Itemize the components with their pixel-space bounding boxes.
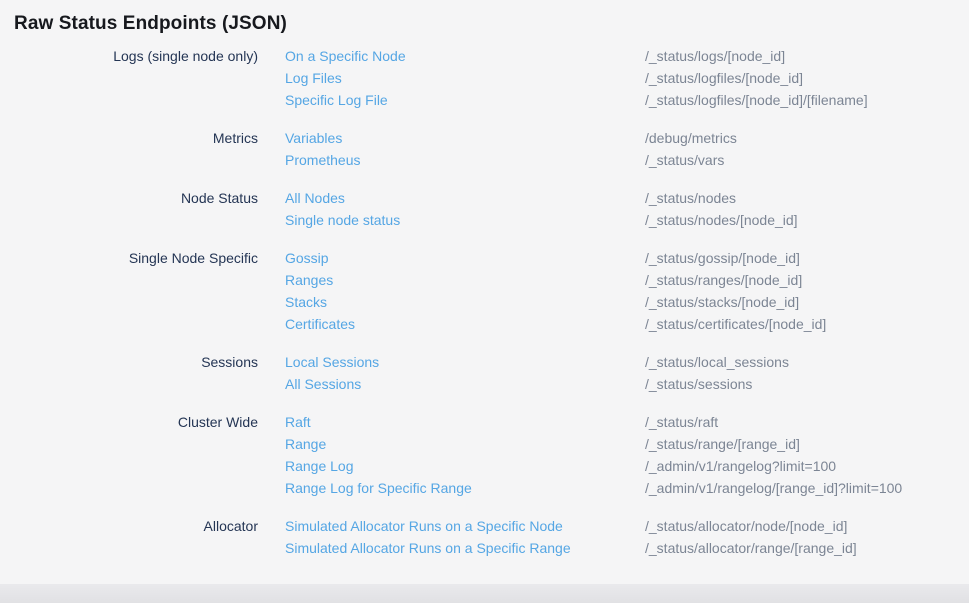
endpoint-path: /_status/allocator/node/[node_id] <box>645 515 969 537</box>
endpoint-path: /_status/logfiles/[node_id] <box>645 67 969 89</box>
endpoint-path: /_status/ranges/[node_id] <box>645 269 969 291</box>
endpoint-link[interactable]: Raft <box>285 411 645 433</box>
endpoint-link[interactable]: All Sessions <box>285 373 645 395</box>
endpoint-row: Local Sessions /_status/local_sessions <box>285 351 969 373</box>
endpoint-link[interactable]: Range <box>285 433 645 455</box>
endpoint-rows: All Nodes /_status/nodes Single node sta… <box>285 187 969 231</box>
endpoint-path: /_status/vars <box>645 149 969 171</box>
endpoint-path: /_status/gossip/[node_id] <box>645 247 969 269</box>
endpoint-rows: On a Specific Node /_status/logs/[node_i… <box>285 45 969 111</box>
raw-status-endpoints-page: Raw Status Endpoints (JSON) Logs (single… <box>0 0 969 603</box>
endpoint-row: Raft /_status/raft <box>285 411 969 433</box>
endpoint-path: /debug/metrics <box>645 127 969 149</box>
endpoint-link[interactable]: All Nodes <box>285 187 645 209</box>
endpoint-link[interactable]: Specific Log File <box>285 89 645 111</box>
endpoint-link[interactable]: Local Sessions <box>285 351 645 373</box>
endpoint-row: Specific Log File /_status/logfiles/[nod… <box>285 89 969 111</box>
endpoint-row: On a Specific Node /_status/logs/[node_i… <box>285 45 969 67</box>
endpoint-link[interactable]: Single node status <box>285 209 645 231</box>
endpoint-link[interactable]: Gossip <box>285 247 645 269</box>
endpoint-link[interactable]: Certificates <box>285 313 645 335</box>
endpoint-row: Single node status /_status/nodes/[node_… <box>285 209 969 231</box>
endpoint-row: Range /_status/range/[range_id] <box>285 433 969 455</box>
footer-band <box>0 584 969 603</box>
endpoint-group: Metrics Variables /debug/metrics Prometh… <box>0 127 969 171</box>
endpoint-path: /_status/sessions <box>645 373 969 395</box>
endpoint-rows: Simulated Allocator Runs on a Specific N… <box>285 515 969 559</box>
category-label: Node Status <box>0 187 258 209</box>
category-label: Metrics <box>0 127 258 149</box>
endpoint-path: /_status/nodes <box>645 187 969 209</box>
endpoint-row: All Nodes /_status/nodes <box>285 187 969 209</box>
endpoint-group: Allocator Simulated Allocator Runs on a … <box>0 515 969 559</box>
endpoint-path: /_status/stacks/[node_id] <box>645 291 969 313</box>
endpoint-link[interactable]: Range Log <box>285 455 645 477</box>
endpoint-path: /_status/logfiles/[node_id]/[filename] <box>645 89 969 111</box>
category-label: Logs (single node only) <box>0 45 258 67</box>
endpoint-rows: Local Sessions /_status/local_sessions A… <box>285 351 969 395</box>
endpoint-link[interactable]: Prometheus <box>285 149 645 171</box>
endpoint-link[interactable]: Ranges <box>285 269 645 291</box>
endpoint-groups: Logs (single node only) On a Specific No… <box>0 45 969 559</box>
endpoint-link[interactable]: On a Specific Node <box>285 45 645 67</box>
endpoint-row: Stacks /_status/stacks/[node_id] <box>285 291 969 313</box>
endpoint-group: Sessions Local Sessions /_status/local_s… <box>0 351 969 395</box>
endpoint-rows: Gossip /_status/gossip/[node_id] Ranges … <box>285 247 969 335</box>
category-label: Cluster Wide <box>0 411 258 433</box>
endpoint-path: /_status/raft <box>645 411 969 433</box>
endpoint-row: Certificates /_status/certificates/[node… <box>285 313 969 335</box>
endpoint-row: Ranges /_status/ranges/[node_id] <box>285 269 969 291</box>
endpoint-link[interactable]: Log Files <box>285 67 645 89</box>
endpoint-link[interactable]: Simulated Allocator Runs on a Specific N… <box>285 515 645 537</box>
endpoint-rows: Raft /_status/raft Range /_status/range/… <box>285 411 969 499</box>
endpoint-row: Variables /debug/metrics <box>285 127 969 149</box>
endpoint-row: Range Log /_admin/v1/rangelog?limit=100 <box>285 455 969 477</box>
endpoint-row: Gossip /_status/gossip/[node_id] <box>285 247 969 269</box>
endpoint-path: /_admin/v1/rangelog/[range_id]?limit=100 <box>645 477 969 499</box>
endpoint-group: Cluster Wide Raft /_status/raft Range /_… <box>0 411 969 499</box>
endpoint-path: /_status/allocator/range/[range_id] <box>645 537 969 559</box>
endpoint-path: /_status/nodes/[node_id] <box>645 209 969 231</box>
endpoint-row: Simulated Allocator Runs on a Specific R… <box>285 537 969 559</box>
page-title: Raw Status Endpoints (JSON) <box>0 0 969 45</box>
endpoint-group: Single Node Specific Gossip /_status/gos… <box>0 247 969 335</box>
endpoint-row: Simulated Allocator Runs on a Specific N… <box>285 515 969 537</box>
endpoint-path: /_status/range/[range_id] <box>645 433 969 455</box>
endpoint-row: Range Log for Specific Range /_admin/v1/… <box>285 477 969 499</box>
endpoint-row: All Sessions /_status/sessions <box>285 373 969 395</box>
endpoint-group: Node Status All Nodes /_status/nodes Sin… <box>0 187 969 231</box>
category-label: Allocator <box>0 515 258 537</box>
endpoint-link[interactable]: Simulated Allocator Runs on a Specific R… <box>285 537 645 559</box>
endpoint-group: Logs (single node only) On a Specific No… <box>0 45 969 111</box>
endpoint-path: /_status/certificates/[node_id] <box>645 313 969 335</box>
category-label: Sessions <box>0 351 258 373</box>
endpoint-link[interactable]: Stacks <box>285 291 645 313</box>
endpoint-path: /_status/local_sessions <box>645 351 969 373</box>
endpoint-rows: Variables /debug/metrics Prometheus /_st… <box>285 127 969 171</box>
endpoint-path: /_admin/v1/rangelog?limit=100 <box>645 455 969 477</box>
category-label: Single Node Specific <box>0 247 258 269</box>
endpoint-path: /_status/logs/[node_id] <box>645 45 969 67</box>
endpoint-link[interactable]: Variables <box>285 127 645 149</box>
endpoint-row: Log Files /_status/logfiles/[node_id] <box>285 67 969 89</box>
endpoint-link[interactable]: Range Log for Specific Range <box>285 477 645 499</box>
endpoint-row: Prometheus /_status/vars <box>285 149 969 171</box>
